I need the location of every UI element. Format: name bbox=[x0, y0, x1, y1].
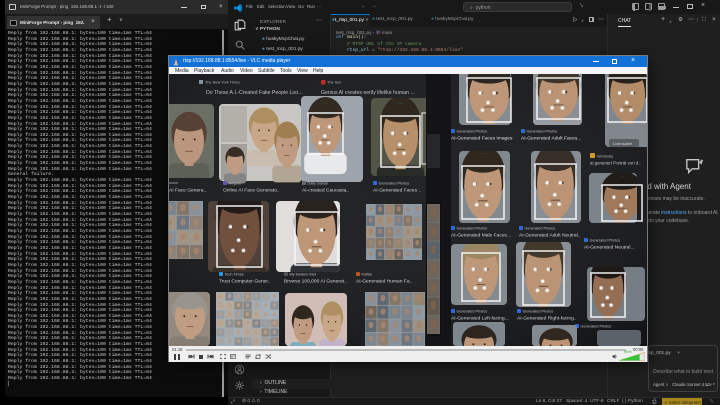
svg-text:AI-Generated Faces ..: AI-Generated Faces .. bbox=[373, 188, 421, 194]
svg-text:AI-Generated Adult Faces...: AI-Generated Adult Faces... bbox=[521, 136, 581, 142]
svg-text:AI-Generated Male Faces...: AI-Generated Male Faces... bbox=[451, 233, 511, 239]
svg-text:Artguru: Artguru bbox=[229, 182, 241, 186]
svg-text:Generated Photos: Generated Photos bbox=[457, 310, 488, 314]
svg-text:AI-created Caucasia..: AI-created Caucasia.. bbox=[302, 188, 349, 194]
svg-text:Kottke: Kottke bbox=[362, 273, 373, 277]
svg-text:The New York Times: The New York Times bbox=[205, 81, 240, 85]
svg-text:Trust Computer-Gener..: Trust Computer-Gener.. bbox=[219, 279, 270, 285]
svg-text:AI-Generated Left-facing...: AI-Generated Left-facing... bbox=[451, 316, 509, 322]
svg-text:Licensable: Licensable bbox=[613, 141, 633, 146]
svg-text:Daily Sabah: Daily Sabah bbox=[308, 182, 328, 186]
svg-text:Generated Photos: Generated Photos bbox=[590, 239, 621, 243]
svg-text:ai generiert Porträt von d..: ai generiert Porträt von d.. bbox=[590, 161, 641, 166]
svg-text:Generated Photos: Generated Photos bbox=[527, 130, 558, 134]
svg-text:My Modern Met: My Modern Met bbox=[290, 273, 317, 277]
svg-text:Genius AI creates eerily lifel: Genius AI creates eerily lifelike human … bbox=[321, 90, 415, 96]
svg-text:AI-Generated Human Fa..: AI-Generated Human Fa.. bbox=[356, 279, 412, 285]
svg-text:Do These A.I.-Created Fake Peo: Do These A.I.-Created Fake People Loo... bbox=[206, 90, 303, 96]
svg-text:Generated Photos: Generated Photos bbox=[581, 325, 612, 329]
svg-text:AI-Generated Neutral...: AI-Generated Neutral... bbox=[584, 245, 635, 251]
svg-text:Generated Photos: Generated Photos bbox=[457, 227, 488, 231]
svg-text:AI-Generated Adult Neutral..: AI-Generated Adult Neutral.. bbox=[519, 233, 580, 239]
svg-text:The Sun: The Sun bbox=[327, 81, 341, 85]
svg-text:Generated Photos: Generated Photos bbox=[379, 182, 410, 186]
svg-text:Online AI Face Generato..: Online AI Face Generato.. bbox=[223, 188, 280, 194]
svg-text:Tech Times: Tech Times bbox=[225, 273, 244, 277]
svg-text:AI-Generated Right-facing..: AI-Generated Right-facing.. bbox=[517, 316, 577, 322]
svg-text:usion: usion bbox=[169, 181, 178, 185]
svg-text:Generated Photos: Generated Photos bbox=[457, 130, 488, 134]
svg-text:Browse 100,000 AI Generat..: Browse 100,000 AI Generat.. bbox=[284, 279, 347, 285]
svg-text:AI-Generated Faces Images: AI-Generated Faces Images bbox=[451, 136, 513, 142]
svg-text:Werbeaty: Werbeaty bbox=[597, 155, 613, 159]
svg-text:Generated Photos: Generated Photos bbox=[525, 227, 556, 231]
svg-text:Generated Photos: Generated Photos bbox=[523, 310, 554, 314]
svg-text:AI Face Genera..: AI Face Genera.. bbox=[169, 188, 206, 194]
